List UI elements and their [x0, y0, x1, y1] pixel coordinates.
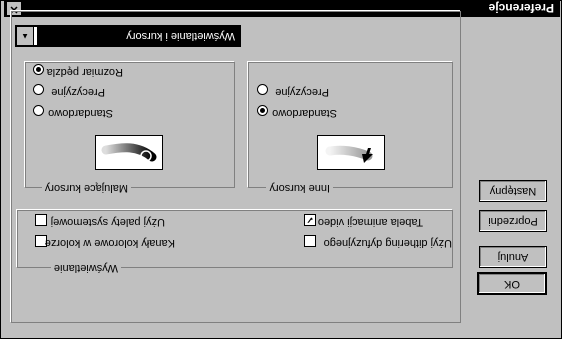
- option-radio[interactable]: [33, 64, 44, 75]
- preferences-dialog: Preferencje ✕ Wyświetlanie i kursory ▲ O…: [0, 0, 562, 339]
- option-label: Tabela animacji video: [317, 216, 423, 228]
- option-checkbox[interactable]: [304, 235, 316, 247]
- other-cursors-legend: Inne kursory: [266, 182, 333, 194]
- option-label: Rozmiar pędzla: [46, 66, 123, 78]
- previous-button[interactable]: Poprzedni: [479, 210, 547, 232]
- display-group-legend: Wyświetlanie: [50, 262, 121, 274]
- option-radio[interactable]: [257, 84, 268, 95]
- option-checkbox[interactable]: [35, 214, 47, 226]
- check-mark-icon: ✓: [306, 215, 314, 225]
- option-label: Precyzyjne: [275, 86, 329, 98]
- option-label: Standardowo: [272, 107, 337, 119]
- brush-preview: [95, 135, 163, 170]
- option-label: Kanały kolorowe w kolorze: [44, 237, 175, 249]
- window-title: Preferencje: [488, 1, 554, 15]
- option-label: Precyzyjne: [51, 86, 105, 98]
- cancel-button[interactable]: Anuluj: [479, 246, 547, 268]
- cursor-preview: [317, 135, 385, 170]
- option-radio[interactable]: [257, 105, 268, 116]
- stage: Preferencje ✕ Wyświetlanie i kursory ▲ O…: [0, 0, 562, 339]
- option-label: Użyj palety systemowej: [50, 216, 165, 228]
- option-label: Użyj dithering dyfuzyjnego: [323, 237, 452, 249]
- option-checkbox[interactable]: ✓: [304, 214, 316, 226]
- painting-cursors-legend: Malujące kursory: [41, 182, 131, 194]
- ok-button[interactable]: OK: [477, 272, 547, 295]
- cursor-icon: [325, 145, 373, 163]
- option-label: Standardowo: [48, 107, 113, 119]
- option-radio[interactable]: [33, 84, 44, 95]
- brush-stroke-icon: [101, 143, 157, 162]
- next-button[interactable]: Następny: [479, 180, 547, 202]
- option-radio[interactable]: [33, 105, 44, 116]
